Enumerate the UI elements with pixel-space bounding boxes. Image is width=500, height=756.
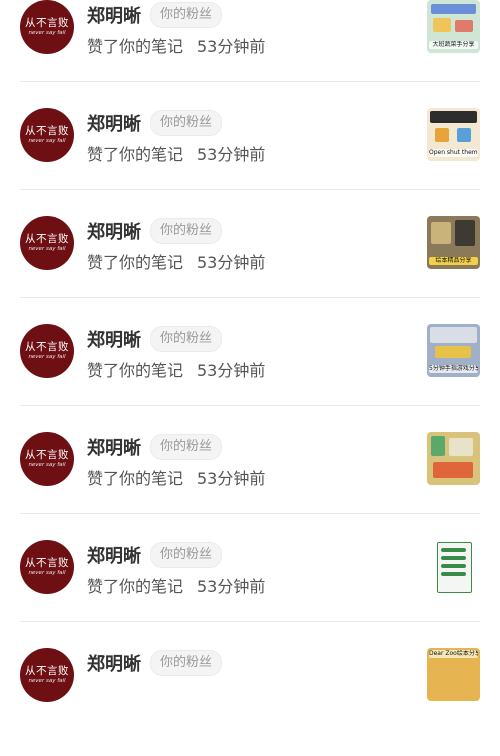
fan-badge: 你的粉丝 bbox=[150, 650, 223, 676]
notification-row[interactable]: 从不言败 never say fail 郑明晰 你的粉丝 赞了你的笔记 53分钟… bbox=[0, 216, 500, 324]
note-thumbnail[interactable] bbox=[427, 540, 480, 593]
avatar[interactable]: 从不言败 never say fail bbox=[20, 324, 74, 378]
avatar[interactable]: 从不言败 never say fail bbox=[20, 216, 74, 270]
avatar-text: 从不言败 bbox=[25, 233, 69, 245]
note-thumbnail[interactable]: 大班蔬菜手分享 bbox=[427, 0, 480, 53]
avatar-text: 从不言败 bbox=[25, 341, 69, 353]
avatar-text: 从不言败 bbox=[25, 449, 69, 461]
user-name[interactable]: 郑明晰 bbox=[87, 542, 141, 568]
avatar[interactable]: 从不言败 never say fail bbox=[20, 0, 74, 54]
avatar-subtext: never say fail bbox=[28, 246, 66, 252]
avatar-subtext: never say fail bbox=[28, 354, 66, 360]
thumbnail-caption: 5分钟手指游戏分享 bbox=[429, 365, 478, 373]
thumbnail-caption: Dear Zoo绘本分享 bbox=[429, 650, 478, 658]
user-name[interactable]: 郑明晰 bbox=[87, 326, 141, 352]
user-name[interactable]: 郑明晰 bbox=[87, 218, 141, 244]
notification-row[interactable]: 从不言败 never say fail 郑明晰 你的粉丝 赞了你的笔记 53分钟… bbox=[0, 432, 500, 540]
notification-row[interactable]: 从不言败 never say fail 郑明晰 你的粉丝 赞了你的笔记 53分钟… bbox=[0, 324, 500, 432]
avatar[interactable]: 从不言败 never say fail bbox=[20, 540, 74, 594]
avatar-subtext: never say fail bbox=[28, 678, 66, 684]
avatar[interactable]: 从不言败 never say fail bbox=[20, 432, 74, 486]
timestamp: 53分钟前 bbox=[197, 361, 266, 380]
notification-row[interactable]: 从不言败 never say fail 郑明晰 你的粉丝 赞了你的笔记 53分钟… bbox=[0, 540, 500, 648]
divider bbox=[20, 297, 480, 298]
divider bbox=[20, 621, 480, 622]
thumbnail-caption: Open shut them 绘本游戏分享 bbox=[429, 149, 478, 157]
note-thumbnail[interactable]: Open shut them 绘本游戏分享 bbox=[427, 108, 480, 161]
user-name[interactable]: 郑明晰 bbox=[87, 110, 141, 136]
divider bbox=[20, 513, 480, 514]
avatar-text: 从不言败 bbox=[25, 125, 69, 137]
avatar[interactable]: 从不言败 never say fail bbox=[20, 648, 74, 702]
timestamp: 53分钟前 bbox=[197, 37, 266, 56]
divider bbox=[20, 405, 480, 406]
avatar-text: 从不言败 bbox=[25, 17, 69, 29]
action-text: 赞了你的笔记 bbox=[87, 361, 184, 380]
note-thumbnail[interactable]: 5分钟手指游戏分享 bbox=[427, 324, 480, 377]
divider bbox=[20, 81, 480, 82]
notification-row[interactable]: 从不言败 never say fail 郑明晰 你的粉丝 赞了你的笔记 53分钟… bbox=[0, 0, 500, 108]
thumbnail-caption: 大班蔬菜手分享 bbox=[429, 41, 478, 49]
fan-badge: 你的粉丝 bbox=[150, 542, 223, 568]
timestamp: 53分钟前 bbox=[197, 253, 266, 272]
fan-badge: 你的粉丝 bbox=[150, 2, 223, 28]
action-text: 赞了你的笔记 bbox=[87, 253, 184, 272]
user-name[interactable]: 郑明晰 bbox=[87, 650, 141, 676]
notification-row[interactable]: 从不言败 never say fail 郑明晰 你的粉丝 Dear Zoo绘本分… bbox=[0, 648, 500, 756]
timestamp: 53分钟前 bbox=[197, 145, 266, 164]
user-name[interactable]: 郑明晰 bbox=[87, 2, 141, 28]
action-text: 赞了你的笔记 bbox=[87, 577, 184, 596]
action-text: 赞了你的笔记 bbox=[87, 37, 184, 56]
avatar-subtext: never say fail bbox=[28, 462, 66, 468]
avatar[interactable]: 从不言败 never say fail bbox=[20, 108, 74, 162]
fan-badge: 你的粉丝 bbox=[150, 434, 223, 460]
timestamp: 53分钟前 bbox=[197, 469, 266, 488]
note-thumbnail[interactable]: 绘本精品分享 bbox=[427, 216, 480, 269]
fan-badge: 你的粉丝 bbox=[150, 218, 223, 244]
action-text: 赞了你的笔记 bbox=[87, 145, 184, 164]
fan-badge: 你的粉丝 bbox=[150, 326, 223, 352]
divider bbox=[20, 189, 480, 190]
notification-list: 从不言败 never say fail 郑明晰 你的粉丝 赞了你的笔记 53分钟… bbox=[0, 0, 500, 702]
timestamp: 53分钟前 bbox=[197, 577, 266, 596]
action-text: 赞了你的笔记 bbox=[87, 469, 184, 488]
thumbnail-caption: 绘本精品分享 bbox=[429, 257, 478, 265]
avatar-subtext: never say fail bbox=[28, 30, 66, 36]
notification-row[interactable]: 从不言败 never say fail 郑明晰 你的粉丝 赞了你的笔记 53分钟… bbox=[0, 108, 500, 216]
user-name[interactable]: 郑明晰 bbox=[87, 434, 141, 460]
avatar-subtext: never say fail bbox=[28, 570, 66, 576]
note-thumbnail[interactable]: Dear Zoo绘本分享 bbox=[427, 648, 480, 701]
note-thumbnail[interactable] bbox=[427, 432, 480, 485]
fan-badge: 你的粉丝 bbox=[150, 110, 223, 136]
avatar-text: 从不言败 bbox=[25, 557, 69, 569]
avatar-subtext: never say fail bbox=[28, 138, 66, 144]
